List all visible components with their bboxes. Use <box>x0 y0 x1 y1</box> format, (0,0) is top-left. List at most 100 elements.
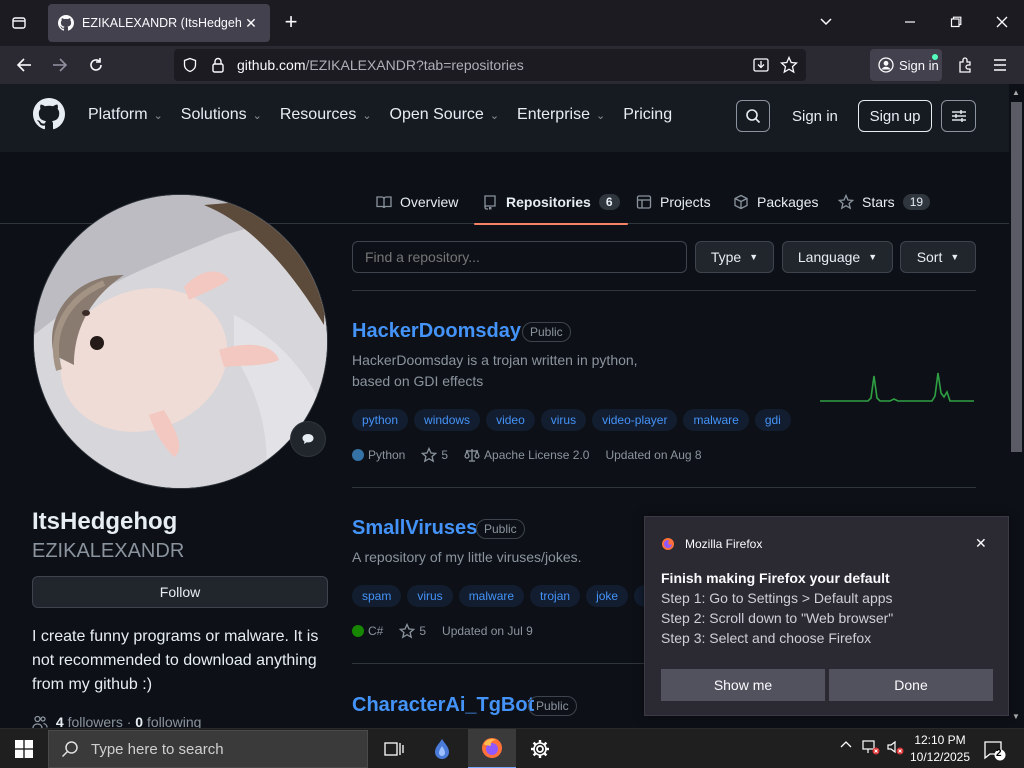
topic-tag[interactable]: video <box>486 409 535 431</box>
search-button[interactable] <box>736 100 770 132</box>
repo-name-link[interactable]: CharacterAi_TgBot <box>352 694 534 717</box>
topic-tag[interactable]: vo <box>634 585 644 607</box>
visibility-badge: Public <box>476 519 525 539</box>
network-icon[interactable] <box>862 739 880 758</box>
minimize-icon[interactable] <box>898 10 922 34</box>
extensions-icon[interactable] <box>954 53 978 77</box>
github-main-nav: Platform ⌄ Solutions ⌄ Resources ⌄ Open Sou… <box>88 106 690 124</box>
reload-icon[interactable] <box>84 53 108 77</box>
firefox-account-button[interactable]: Sign in <box>870 49 942 81</box>
taskbar-app-button[interactable] <box>418 729 466 768</box>
notification-title: Finish making Firefox your default <box>661 570 890 586</box>
topic-tag[interactable]: virus <box>407 585 453 607</box>
window-close-icon[interactable] <box>990 10 1014 34</box>
topic-tag[interactable]: video-player <box>592 409 678 431</box>
topic-tag[interactable]: trojan <box>530 585 581 607</box>
repo-language-label: Python <box>368 448 406 462</box>
tab-overview-label: Overview <box>400 194 459 210</box>
tab-repositories[interactable]: Repositories 6 <box>474 180 627 225</box>
repository-search-input[interactable] <box>352 241 687 273</box>
download-page-icon[interactable] <box>752 56 770 77</box>
taskbar-clock[interactable]: 12:10 PM 10/12/2025 <box>906 732 974 766</box>
nav-enterprise[interactable]: Enterprise ⌄ <box>517 106 605 124</box>
repo-name-link[interactable]: HackerDoomsday <box>352 320 521 343</box>
stars-count-badge: 19 <box>902 194 931 210</box>
follow-button[interactable]: Follow <box>32 576 328 608</box>
tab-stars[interactable]: Stars 19 <box>838 180 931 224</box>
task-view-button[interactable] <box>370 729 418 768</box>
tab-overview[interactable]: Overview <box>376 180 458 224</box>
nav-resources[interactable]: Resources ⌄ <box>280 106 372 124</box>
github-header: Platform ⌄ Solutions ⌄ Resources ⌄ Open Sou… <box>0 84 1009 152</box>
new-tab-icon[interactable]: + <box>280 11 302 34</box>
close-tab-icon[interactable]: ✕ <box>242 14 260 32</box>
topic-tag[interactable]: gdi <box>754 409 791 431</box>
chevron-down-icon[interactable] <box>814 10 838 34</box>
sort-filter-button[interactable]: Sort ▼ <box>900 241 976 273</box>
topic-tag[interactable]: python <box>352 409 409 431</box>
page-scrollbar[interactable]: ▲ ▼ <box>1009 84 1024 728</box>
start-button[interactable] <box>0 729 48 768</box>
sign-in-link[interactable]: Sign in <box>792 108 838 125</box>
topic-tag[interactable]: malware <box>683 409 749 431</box>
chevron-up-icon[interactable] <box>840 739 852 754</box>
menu-button[interactable] <box>941 100 976 132</box>
url-bar[interactable]: github.com/EZIKALEXANDR?tab=repositories <box>174 49 806 81</box>
topic-list: python windows video virus video-player … <box>352 409 792 431</box>
tab-projects-label: Projects <box>660 194 711 210</box>
sign-up-button[interactable]: Sign up <box>858 100 932 132</box>
url-text[interactable]: github.com/EZIKALEXANDR?tab=repositories <box>237 57 524 73</box>
taskbar-settings-button[interactable] <box>516 729 564 768</box>
done-button[interactable]: Done <box>829 669 993 701</box>
lock-icon[interactable] <box>210 56 226 77</box>
repo-name-link[interactable]: SmallViruses <box>352 517 477 540</box>
clock-date: 10/12/2025 <box>909 750 971 764</box>
taskbar-firefox-button[interactable] <box>468 729 516 768</box>
notification-app-name: Mozilla Firefox <box>685 537 763 551</box>
show-me-button[interactable]: Show me <box>661 669 825 701</box>
scroll-up-arrow-icon[interactable]: ▲ <box>1012 88 1020 97</box>
nav-open-source[interactable]: Open Source ⌄ <box>390 106 500 124</box>
chevron-down-icon: ⌄ <box>362 109 372 122</box>
nav-platform[interactable]: Platform ⌄ <box>88 106 163 124</box>
scrollbar-thumb[interactable] <box>1011 102 1022 452</box>
browser-tab-active[interactable]: EZIKALEXANDR (ItsHedgehog) ✕ <box>48 4 270 42</box>
chevron-down-icon: ⌄ <box>153 109 163 122</box>
close-icon[interactable]: ✕ <box>975 535 987 552</box>
restore-icon[interactable] <box>944 10 968 34</box>
topic-tag[interactable]: virus <box>540 409 587 431</box>
avatar[interactable] <box>33 194 328 489</box>
activity-sparkline <box>820 372 974 402</box>
nav-pricing[interactable]: Pricing <box>623 106 672 124</box>
hamburger-menu-icon[interactable] <box>988 53 1012 77</box>
caret-down-icon: ▼ <box>749 252 759 262</box>
tab-packages[interactable]: Packages <box>733 180 818 224</box>
github-logo-icon[interactable] <box>33 98 65 130</box>
repo-stars[interactable]: 5 <box>421 447 448 463</box>
action-center-button[interactable]: 2 <box>982 739 1006 761</box>
tab-packages-label: Packages <box>757 194 819 210</box>
status-button[interactable] <box>290 421 326 457</box>
speaker-muted-icon[interactable] <box>886 739 904 758</box>
topic-tag[interactable]: windows <box>414 409 481 431</box>
topic-tag[interactable]: malware <box>458 585 525 607</box>
tab-projects[interactable]: Projects <box>636 180 711 224</box>
nav-solutions[interactable]: Solutions ⌄ <box>181 106 262 124</box>
forward-arrow-icon[interactable] <box>48 53 72 77</box>
profile-fullname: ItsHedgehog <box>32 508 178 535</box>
shield-icon[interactable] <box>182 57 198 76</box>
bookmark-star-icon[interactable] <box>779 55 799 77</box>
topic-tag[interactable]: joke <box>586 585 629 607</box>
nav-open-source-label: Open Source <box>389 106 484 123</box>
scroll-down-arrow-icon[interactable]: ▼ <box>1012 712 1020 721</box>
repo-language: Python <box>352 448 405 462</box>
repo-stars[interactable]: 5 <box>399 623 426 639</box>
tab-list-icon[interactable] <box>8 12 30 34</box>
topic-tag[interactable]: spam <box>352 585 402 607</box>
language-filter-button[interactable]: Language ▼ <box>782 241 893 273</box>
back-arrow-icon[interactable] <box>12 53 36 77</box>
type-filter-button[interactable]: Type ▼ <box>695 241 774 273</box>
visibility-badge: Public <box>522 322 571 342</box>
taskbar-search-box[interactable]: Type here to search <box>48 730 368 768</box>
chevron-down-icon: ⌄ <box>489 109 500 122</box>
